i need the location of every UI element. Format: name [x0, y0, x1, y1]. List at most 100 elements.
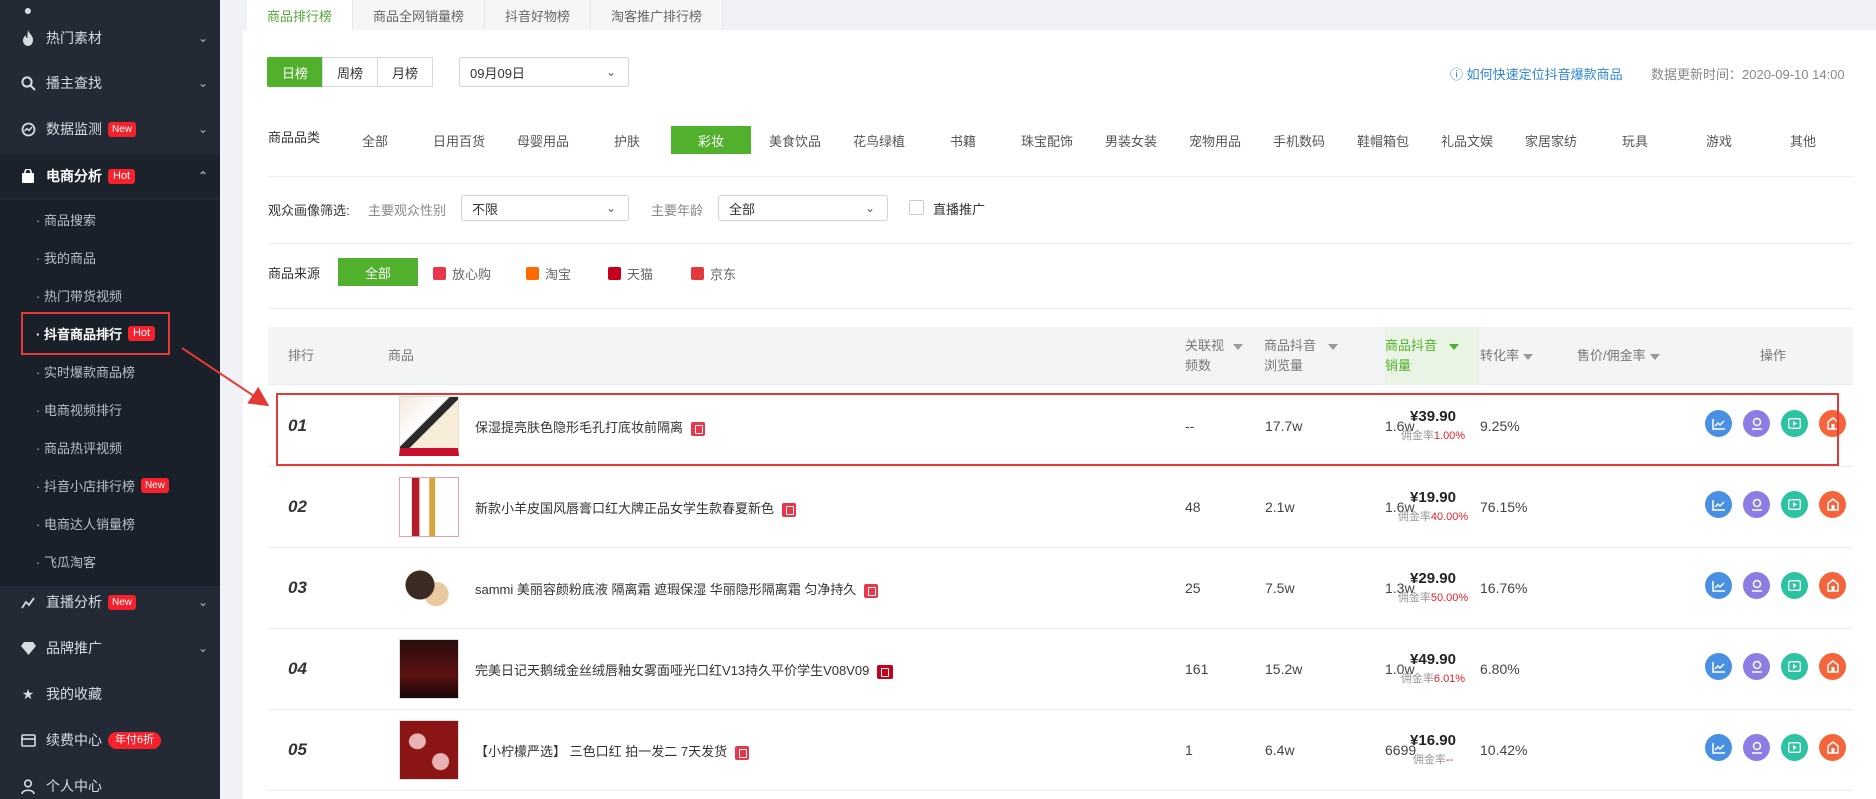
sidebar-item-live-analysis[interactable]: 直播分析 New ⌄	[0, 580, 220, 624]
shop-button[interactable]	[1819, 491, 1846, 518]
category-option[interactable]: 礼品文娱	[1425, 126, 1509, 154]
product-name[interactable]: sammi 美丽容颜粉底液 隔离霜 遮瑕保湿 华丽隐形隔离霜 匀净持久	[475, 579, 879, 598]
video-button[interactable]	[1781, 734, 1808, 761]
influencer-button[interactable]	[1743, 734, 1770, 761]
table-row[interactable]: 03 sammi 美丽容颜粉底液 隔离霜 遮瑕保湿 华丽隐形隔离霜 匀净持久 2…	[268, 548, 1853, 629]
period-weekly-button[interactable]: 周榜	[322, 57, 379, 87]
source-tmall[interactable]: 天猫	[608, 264, 653, 283]
tab-product-rank[interactable]: 商品排行榜	[247, 0, 354, 30]
fangxingou-icon	[782, 502, 797, 517]
table-row[interactable]: 04 完美日记天鹅绒金丝绒唇釉女雾面哑光口红V13持久平价学生V08V09 16…	[268, 629, 1853, 710]
category-option[interactable]: 家居家纺	[1509, 126, 1593, 154]
help-link[interactable]: ⓘ 如何快速定位抖音爆款商品	[1450, 64, 1623, 83]
tab-all-network-sales[interactable]: 商品全网销量榜	[353, 0, 486, 30]
video-button[interactable]	[1781, 491, 1808, 518]
shop-button[interactable]	[1819, 572, 1846, 599]
sidebar-item-brand-promotion[interactable]: 品牌推广 ⌄	[0, 626, 220, 670]
chevron-down-icon: ⌄	[197, 641, 208, 655]
influencer-button[interactable]	[1743, 572, 1770, 599]
sidebar-item-hot-materials[interactable]: 热门素材 ⌄	[0, 16, 220, 60]
sidebar-item-profile[interactable]: 个人中心	[0, 764, 220, 799]
submenu-feigua-taoke[interactable]: · 飞瓜淘客	[0, 542, 220, 580]
category-option[interactable]: 其他	[1761, 126, 1845, 154]
period-monthly-button[interactable]: 月榜	[377, 57, 434, 87]
source-option-label: 放心购	[452, 267, 492, 282]
category-option[interactable]: 美食饮品	[753, 126, 837, 154]
influencer-button[interactable]	[1743, 653, 1770, 680]
header-conversion[interactable]: 转化率	[1480, 346, 1534, 366]
submenu-influencer-sales[interactable]: · 电商达人销量榜	[0, 504, 220, 542]
category-option-selected[interactable]: 彩妆	[671, 126, 751, 154]
header-price[interactable]: 售价/佣金率	[1577, 346, 1660, 366]
commission-value: 50.00%	[1430, 592, 1469, 604]
sort-caret-icon	[1523, 353, 1534, 360]
category-option[interactable]: 玩具	[1593, 126, 1677, 154]
category-option[interactable]: 男装女装	[1089, 126, 1173, 154]
trend-chart-button[interactable]	[1705, 653, 1732, 680]
gender-select[interactable]: 不限 ⌄	[461, 195, 629, 221]
table-row[interactable]: 02 新款小羊皮国风唇膏口红大牌正品女学生款春夏新色 48 2.1w 1.6w …	[268, 467, 1853, 548]
product-name[interactable]: 【小柠檬严选】 三色口红 拍一发二 7天发货	[475, 741, 750, 760]
header-sales[interactable]: 商品抖音 销量	[1385, 336, 1459, 376]
sidebar-item-renewal[interactable]: 续费中心 年付6折	[0, 718, 220, 762]
submenu-hot-comment-videos[interactable]: · 商品热评视频	[0, 428, 220, 466]
sidebar-item-favorites[interactable]: ★ 我的收藏	[0, 672, 220, 716]
header-videos[interactable]: 关联视 频数	[1185, 336, 1243, 376]
tab-douyin-good-products[interactable]: 抖音好物榜	[485, 0, 592, 30]
category-option[interactable]: 全部	[333, 126, 417, 154]
sidebar-item-host-search[interactable]: 播主查找 ⌄	[0, 61, 220, 105]
submenu-shop-rank[interactable]: · 抖音小店排行榜 New	[0, 466, 220, 504]
table-row[interactable]: 05 【小柠檬严选】 三色口红 拍一发二 7天发货 1 6.4w 6699 10…	[268, 710, 1853, 791]
category-option[interactable]: 宠物用品	[1173, 126, 1257, 154]
submenu-realtime-hot[interactable]: · 实时爆款商品榜	[0, 352, 220, 390]
product-name[interactable]: 完美日记天鹅绒金丝绒唇釉女雾面哑光口红V13持久平价学生V08V09	[475, 660, 894, 679]
trend-chart-button[interactable]	[1705, 734, 1732, 761]
header-line: 频数	[1185, 358, 1212, 373]
category-option[interactable]: 游戏	[1677, 126, 1761, 154]
product-name[interactable]: 新款小羊皮国风唇膏口红大牌正品女学生款春夏新色	[475, 498, 797, 517]
influencer-button[interactable]	[1743, 491, 1770, 518]
video-count: 48	[1185, 499, 1201, 515]
diamond-icon	[20, 640, 36, 656]
product-thumbnail[interactable]	[399, 477, 459, 537]
category-option[interactable]: 花鸟绿植	[837, 126, 921, 154]
submenu-my-products[interactable]: · 我的商品	[0, 238, 220, 276]
trend-chart-button[interactable]	[1705, 572, 1732, 599]
video-button[interactable]	[1781, 653, 1808, 680]
product-thumbnail[interactable]	[399, 639, 459, 699]
header-views[interactable]: 商品抖音 浏览量	[1264, 336, 1338, 376]
submenu-product-search[interactable]: · 商品搜索	[0, 200, 220, 238]
live-promo-checkbox[interactable]	[909, 200, 924, 215]
category-option[interactable]: 护肤	[585, 126, 669, 154]
submenu-video-rank[interactable]: · 电商视频排行	[0, 390, 220, 428]
trend-chart-button[interactable]	[1705, 491, 1732, 518]
period-daily-button[interactable]: 日榜	[267, 57, 324, 87]
product-thumbnail[interactable]	[399, 720, 459, 780]
category-option[interactable]: 母婴用品	[501, 126, 585, 154]
source-jd[interactable]: 京东	[691, 264, 736, 283]
category-option[interactable]: 手机数码	[1257, 126, 1341, 154]
rank-number: 05	[288, 740, 307, 759]
tab-taoke-rank[interactable]: 淘客推广排行榜	[591, 0, 724, 30]
source-all-button[interactable]: 全部	[338, 258, 418, 286]
date-select[interactable]: 09月09日 ⌄	[459, 57, 629, 87]
category-option[interactable]: 日用百货	[417, 126, 501, 154]
shop-button[interactable]	[1819, 653, 1846, 680]
video-button[interactable]	[1781, 572, 1808, 599]
source-taobao[interactable]: 淘宝	[526, 264, 571, 283]
shop-button[interactable]	[1819, 734, 1846, 761]
source-fangxingou[interactable]: 放心购	[433, 264, 491, 283]
tmall-icon	[877, 664, 894, 679]
category-option[interactable]: 鞋帽箱包	[1341, 126, 1425, 154]
sidebar-item-ecommerce[interactable]: 电商分析 Hot ⌃	[0, 154, 220, 198]
rank-number: 04	[288, 659, 307, 678]
submenu-hot-videos[interactable]: · 热门带货视频	[0, 276, 220, 314]
sidebar-item-data-monitor[interactable]: 数据监测 New ⌄	[0, 107, 220, 151]
sidebar-item-label: 品牌推广	[46, 640, 102, 656]
product-thumbnail[interactable]	[399, 558, 459, 618]
age-select[interactable]: 全部 ⌄	[718, 195, 888, 221]
monitor-icon	[20, 121, 36, 137]
category-option[interactable]: 书籍	[921, 126, 1005, 154]
date-value: 09月09日	[470, 65, 525, 81]
category-option[interactable]: 珠宝配饰	[1005, 126, 1089, 154]
